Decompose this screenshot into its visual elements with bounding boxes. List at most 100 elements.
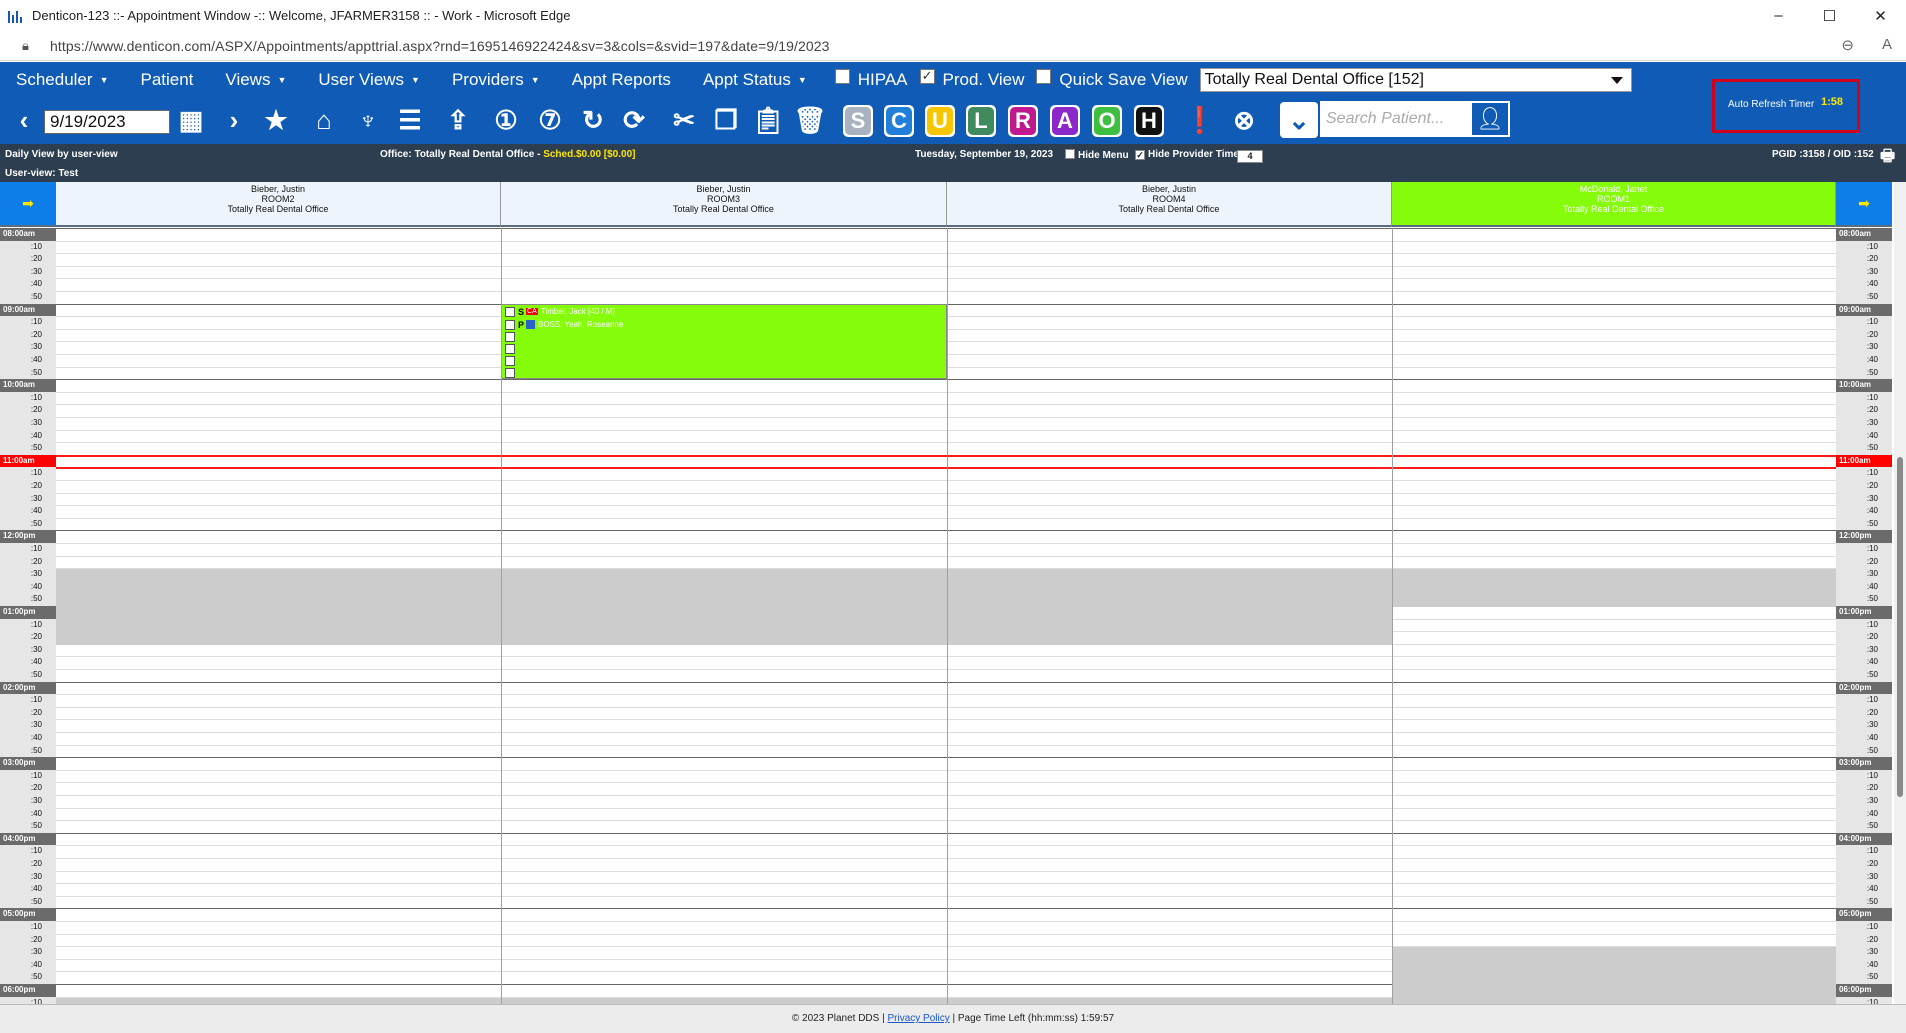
privacy-policy-link[interactable]: Privacy Policy	[887, 1013, 949, 1024]
hide-provider-time-checkbox[interactable]: ✓	[1135, 150, 1145, 160]
status-c-button[interactable]: C	[884, 105, 914, 137]
column-header[interactable]: Bieber, Justin ROOM4 Totally Real Dental…	[947, 182, 1392, 227]
appointment-checkbox[interactable]	[505, 367, 515, 378]
week-view-icon[interactable]: ⑦	[532, 101, 568, 139]
minute-label: :10	[1866, 922, 1878, 931]
print-icon[interactable]: 🖶	[1880, 145, 1895, 172]
appointment-patient[interactable]: Timber, Jack [40 / M]	[541, 307, 615, 316]
grid-line	[56, 769, 1836, 771]
minute-label: :10	[30, 317, 42, 327]
calendar-icon[interactable]: ▦	[173, 101, 209, 139]
appointment-checkbox[interactable]	[505, 306, 515, 317]
minute-label: :30	[30, 569, 42, 579]
minimize-button[interactable]: –	[1753, 0, 1804, 31]
next-day-icon[interactable]: ›	[216, 101, 252, 139]
quick-save-checkbox[interactable]	[1036, 68, 1052, 84]
minute-label: :40	[1866, 959, 1878, 969]
column-header[interactable]: Bieber, Justin ROOM2 Totally Real Dental…	[56, 182, 501, 227]
previous-day-icon[interactable]: ‹	[6, 101, 42, 139]
appointment-checkbox[interactable]	[505, 343, 515, 354]
status-r-button[interactable]: R	[1008, 105, 1038, 137]
minute-label: :30	[30, 644, 42, 654]
grid-line	[56, 442, 1836, 444]
scroll-left-arrow-icon[interactable]: ➡	[0, 182, 56, 227]
cancel-appointment-icon[interactable]: ⊗	[1226, 101, 1262, 139]
appointment-checkbox[interactable]	[505, 331, 515, 342]
hide-provider-time-toggle[interactable]: ✓ Hide Provider Time	[1135, 149, 1239, 160]
close-button[interactable]: ✕	[1855, 0, 1906, 31]
column-header[interactable]: Bieber, Justin ROOM3 Totally Real Dental…	[501, 182, 947, 227]
appointment-checkbox[interactable]	[505, 355, 515, 366]
office-select[interactable]: Totally Real Dental Office [152]	[1199, 68, 1632, 92]
date-input[interactable]: 9/19/2023	[44, 110, 170, 134]
status-o-button[interactable]: O	[1092, 105, 1122, 137]
menu-label: Appt Reports	[571, 70, 671, 89]
zoom-select[interactable]: 4	[1237, 149, 1263, 163]
prod-view-checkbox[interactable]: ✓	[919, 68, 935, 84]
menu-appt-reports[interactable]: Appt Reports	[556, 62, 687, 98]
appointment-line: P BOSS: Yeah, Roseanne	[505, 319, 623, 330]
status-a-button[interactable]: A	[1050, 105, 1080, 137]
cut-icon[interactable]: ✂	[666, 101, 702, 139]
blocked-time	[56, 607, 1392, 645]
day-view-icon[interactable]: ①	[488, 101, 524, 139]
vertical-scrollbar[interactable]	[1894, 182, 1906, 1004]
quick-save-toggle[interactable]: Quick Save View	[1036, 68, 1188, 90]
favorite-calendar-icon[interactable]: ★	[258, 101, 294, 139]
address-bar[interactable]: 🔒︎ https://www.denticon.com/ASPX/Appoint…	[0, 31, 1906, 61]
menu-appt-status[interactable]: Appt Status ▼	[687, 62, 823, 98]
url-text[interactable]: https://www.denticon.com/ASPX/Appointmen…	[50, 38, 830, 54]
prod-view-toggle[interactable]: ✓ Prod. View	[919, 68, 1024, 90]
minute-label: :30	[30, 342, 42, 352]
search-patient-icon[interactable]: 👤︎	[1470, 101, 1510, 137]
minute-label: :50	[30, 518, 42, 528]
appointment-alert-icon[interactable]: ❗	[1182, 101, 1218, 139]
column-header[interactable]: McDonald, Janet ROOM1 Totally Real Denta…	[1392, 182, 1836, 227]
delete-icon[interactable]: 🗑︎	[792, 101, 828, 139]
menu-patient[interactable]: Patient	[124, 62, 209, 98]
paste-icon[interactable]: 📋︎	[750, 101, 786, 139]
hour-label: 01:00pm	[0, 606, 56, 619]
upload-icon[interactable]: ⇪	[440, 101, 476, 139]
menu-user-views[interactable]: User Views ▼	[302, 62, 436, 98]
zoom-icon[interactable]: ⊖	[1841, 36, 1854, 54]
scroll-right-arrow-icon[interactable]: ➡	[1836, 182, 1892, 227]
maximize-button[interactable]: ☐	[1804, 0, 1855, 31]
minute-label: :20	[1866, 481, 1878, 490]
search-patient-input[interactable]: Search Patient...	[1320, 101, 1470, 137]
status-h-button[interactable]: H	[1134, 105, 1164, 137]
hide-menu-toggle[interactable]: Hide Menu	[1065, 149, 1129, 161]
status-u-button[interactable]: U	[925, 105, 955, 137]
expand-down-icon[interactable]: ⌄	[1280, 102, 1318, 138]
appointment-block[interactable]: S CA Timber, Jack [40 / M] P BOSS: Yeah,…	[501, 304, 947, 379]
menu-views[interactable]: Views ▼	[209, 62, 302, 98]
minute-label: :50	[1866, 821, 1878, 831]
hour-label: 01:00pm	[1836, 606, 1892, 619]
minute-label: :30	[1866, 418, 1878, 427]
menu-scheduler[interactable]: Scheduler ▼	[0, 62, 124, 98]
read-aloud-icon[interactable]: A	[1882, 36, 1892, 54]
minute-label: :20	[30, 329, 42, 339]
hour-label: 10:00am	[1836, 379, 1892, 392]
copy-icon[interactable]: ❐	[708, 101, 744, 139]
hide-menu-checkbox[interactable]	[1065, 149, 1075, 159]
sync-icon[interactable]: ⟳	[616, 101, 652, 139]
hipaa-toggle[interactable]: HIPAA	[834, 68, 908, 90]
menu-providers[interactable]: Providers ▼	[436, 62, 556, 98]
hour-label: 11:00am	[0, 454, 56, 468]
home-icon[interactable]: ⌂	[306, 101, 342, 139]
column-provider: McDonald, Janet	[1579, 184, 1648, 194]
scrollbar-thumb[interactable]	[1897, 457, 1903, 797]
notes-icon[interactable]: ☰	[392, 101, 428, 139]
minute-label: :40	[1866, 279, 1878, 289]
status-l-button[interactable]: L	[966, 105, 996, 137]
tooth-chart-icon[interactable]: ♆	[350, 101, 386, 139]
hipaa-checkbox[interactable]	[834, 68, 850, 84]
refresh-icon[interactable]: ↻	[575, 101, 611, 139]
footer: © 2023 Planet DDS | Privacy Policy | Pag…	[0, 1004, 1906, 1033]
appointment-checkbox[interactable]	[505, 319, 515, 330]
status-s-button[interactable]: S	[843, 105, 873, 137]
schedule-body[interactable]: S CA Timber, Jack [40 / M] P BOSS: Yeah,…	[56, 228, 1836, 1004]
dropdown-arrow-icon	[1610, 77, 1623, 84]
hipaa-label: HIPAA	[857, 70, 908, 89]
